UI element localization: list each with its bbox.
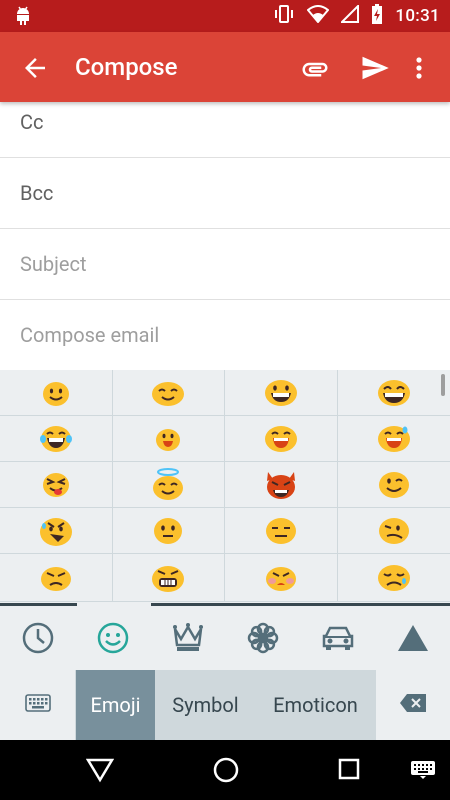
- smile-open-face-emoji[interactable]: [112, 416, 225, 462]
- squinting-tongue-face-emoji[interactable]: [0, 462, 113, 508]
- grimacing-face-emoji[interactable]: [112, 554, 225, 602]
- page-title: Compose: [75, 53, 178, 81]
- recent-clock-icon[interactable]: [0, 606, 75, 670]
- nav-keyboard-icon[interactable]: [410, 760, 436, 784]
- nav-back-icon[interactable]: [85, 757, 115, 787]
- wifi-icon: [306, 5, 330, 27]
- emoji-grid: [0, 370, 450, 602]
- pouting-face-emoji[interactable]: [225, 554, 338, 602]
- triangle-icon[interactable]: [375, 606, 450, 670]
- vibrate-icon: [273, 4, 295, 28]
- app-bar: Compose: [0, 32, 450, 102]
- smiling-face-with-horns-emoji[interactable]: [225, 462, 338, 508]
- subject-input[interactable]: Subject: [0, 229, 450, 300]
- neutral-face-emoji[interactable]: [112, 508, 225, 554]
- status-bar: 10:31: [0, 0, 450, 32]
- tears-of-joy-face-emoji[interactable]: [0, 416, 113, 462]
- symbol-tab-button[interactable]: Symbol: [155, 670, 255, 740]
- emoji-bottom-row: Emoji Symbol Emoticon: [0, 670, 450, 740]
- sad-face-emoji[interactable]: [337, 554, 450, 602]
- angry-face-emoji[interactable]: [0, 554, 113, 602]
- grinning-squinting-face-emoji[interactable]: [337, 370, 450, 416]
- slightly-smiling-face-emoji[interactable]: [0, 370, 113, 416]
- android-notification-icon: [14, 6, 32, 30]
- more-options-icon[interactable]: [409, 53, 429, 83]
- delete-button[interactable]: [375, 670, 450, 740]
- sweat-smile-face-emoji[interactable]: [337, 416, 450, 462]
- emoji-tab-button[interactable]: Emoji: [75, 670, 155, 740]
- back-arrow-icon[interactable]: [20, 53, 50, 83]
- nav-recents-icon[interactable]: [337, 757, 361, 785]
- battery-charging-icon: [371, 3, 383, 29]
- emoji-scrollbar[interactable]: [441, 374, 445, 396]
- attach-icon[interactable]: [300, 54, 330, 84]
- smiley-icon[interactable]: [75, 606, 150, 670]
- nav-home-icon[interactable]: [212, 756, 240, 788]
- nervous-face-emoji[interactable]: [0, 508, 113, 554]
- smiling-face-emoji[interactable]: [112, 370, 225, 416]
- backspace-icon: [399, 693, 427, 718]
- emoticon-tab-button[interactable]: Emoticon: [255, 670, 375, 740]
- crown-icon[interactable]: [150, 606, 225, 670]
- laughing-face-emoji[interactable]: [225, 416, 338, 462]
- expressionless-face-emoji[interactable]: [225, 508, 338, 554]
- car-icon[interactable]: [300, 606, 375, 670]
- compose-body-input[interactable]: Compose email: [0, 300, 450, 370]
- signal-icon: [339, 3, 360, 27]
- confused-face-emoji[interactable]: [337, 508, 450, 554]
- send-icon[interactable]: [360, 53, 390, 83]
- emoji-keyboard: Emoji Symbol Emoticon: [0, 370, 450, 740]
- navigation-bar: [0, 740, 450, 800]
- emoji-category-tabs: [0, 606, 450, 670]
- winking-face-emoji[interactable]: [337, 462, 450, 508]
- flower-icon[interactable]: [225, 606, 300, 670]
- switch-keyboard-button[interactable]: [0, 670, 75, 740]
- smiling-face-with-halo-emoji[interactable]: [112, 462, 225, 508]
- cc-field[interactable]: Cc: [0, 102, 450, 158]
- bcc-field[interactable]: Bcc: [0, 158, 450, 229]
- grinning-face-emoji[interactable]: [225, 370, 338, 416]
- keyboard-icon: [24, 693, 51, 717]
- status-time: 10:31: [395, 6, 440, 26]
